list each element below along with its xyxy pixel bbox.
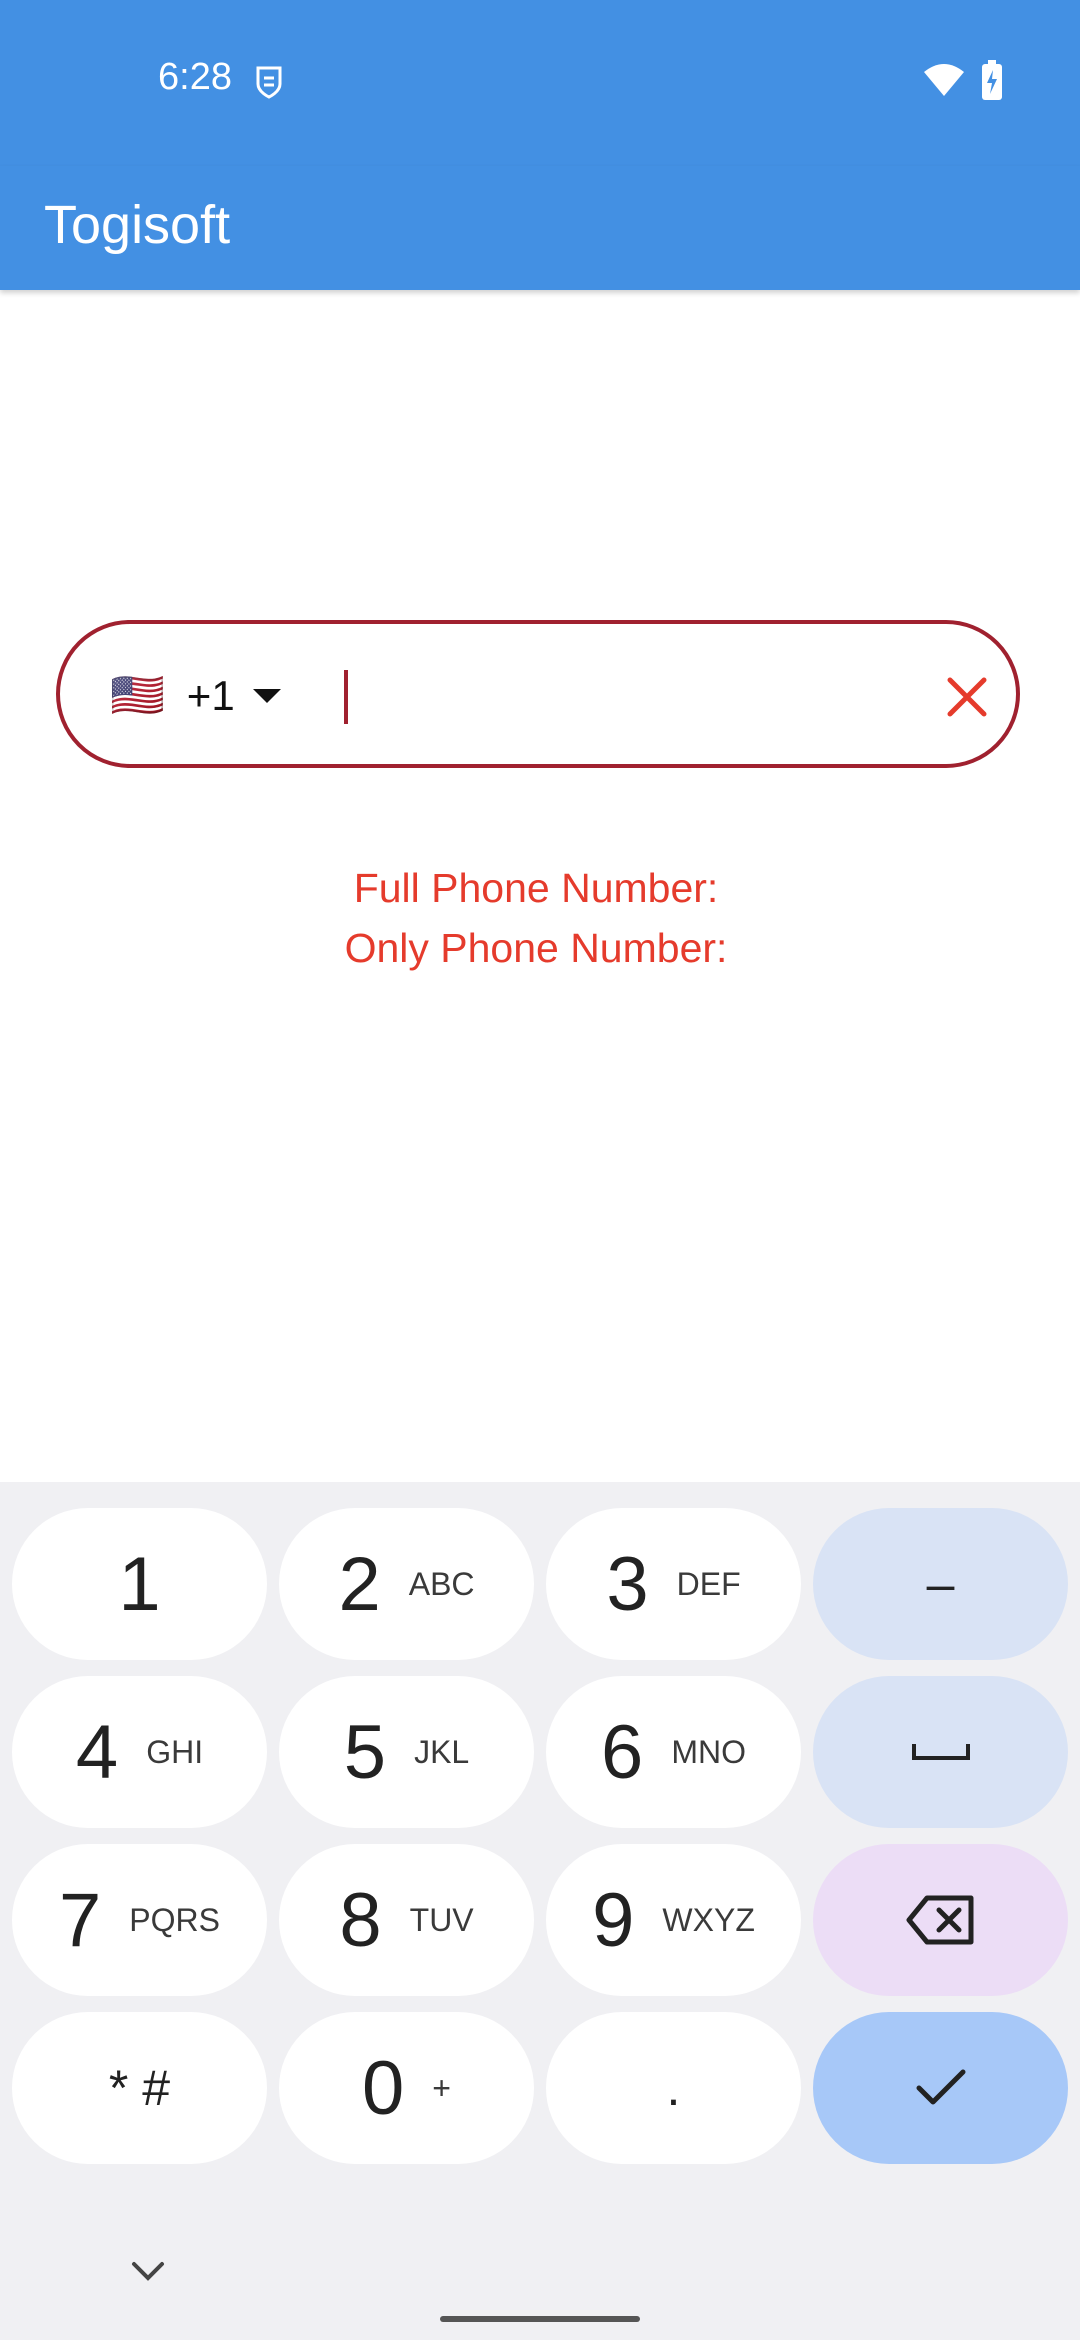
wifi-icon [924, 64, 964, 96]
space-bar-icon [911, 1744, 970, 1760]
close-icon [947, 677, 987, 717]
backspace-icon [906, 1895, 973, 1945]
country-code-picker[interactable]: 🇺🇸 +1 [110, 660, 281, 732]
dial-code: +1 [186, 672, 235, 719]
us-flag-icon: 🇺🇸 [110, 671, 165, 720]
shield-icon [256, 66, 282, 99]
key-letters: TUV [409, 1901, 474, 1938]
key-5[interactable]: 5 JKL [279, 1676, 534, 1828]
key-digit: 2 [338, 1541, 381, 1627]
battery-charging-icon [982, 60, 1002, 100]
done-key[interactable] [813, 2012, 1068, 2164]
key-digit: * # [108, 2060, 171, 2116]
key-7[interactable]: 7 PQRS [12, 1844, 267, 1996]
key-digit: 0 [362, 2045, 405, 2131]
key-digit: 4 [75, 1709, 119, 1795]
text-cursor [344, 670, 348, 724]
key-digit: . [666, 2060, 681, 2116]
key-digit: 8 [339, 1877, 382, 1963]
space-key[interactable] [813, 1676, 1068, 1828]
app-bar: Togisoft [0, 166, 1080, 290]
key-2[interactable]: 2 ABC [279, 1508, 534, 1660]
key-digit: 7 [59, 1877, 102, 1963]
status-time: 6:28 [158, 56, 232, 98]
minus-label: – [926, 1556, 955, 1612]
key-letters: WXYZ [662, 1901, 755, 1938]
phone-number-field[interactable]: 🇺🇸 +1 [56, 620, 1020, 768]
key-letters: JKL [414, 1733, 470, 1770]
numeric-keyboard: 1 2 ABC 3 DEF – 4 GHI 5 JKL 6 MNO 7 PQRS… [0, 1482, 1080, 2340]
key-9[interactable]: 9 WXYZ [546, 1844, 801, 1996]
key-letters: PQRS [129, 1901, 220, 1938]
key-letters: DEF [676, 1565, 741, 1602]
key-digit: 3 [606, 1541, 649, 1627]
caret-down-icon [252, 689, 281, 703]
status-bar: 6:28 [0, 0, 1080, 166]
check-icon [916, 2069, 965, 2105]
key-0[interactable]: 0 + [279, 2012, 534, 2164]
key-period[interactable]: . [546, 2012, 801, 2164]
clear-button[interactable] [934, 664, 1000, 730]
only-phone-number-label: Only Phone Number: [344, 925, 728, 971]
app-title: Togisoft [44, 195, 231, 255]
key-3[interactable]: 3 DEF [546, 1508, 801, 1660]
full-phone-number-label: Full Phone Number: [353, 865, 719, 911]
key-8[interactable]: 8 TUV [279, 1844, 534, 1996]
key-digit: 5 [343, 1709, 387, 1795]
minus-key[interactable]: – [813, 1508, 1068, 1660]
key-digit: 1 [118, 1541, 161, 1627]
key-digit: 6 [601, 1709, 644, 1795]
home-indicator[interactable] [440, 2316, 640, 2322]
backspace-key[interactable] [813, 1844, 1068, 1996]
key-digit: 9 [592, 1877, 635, 1963]
chevron-down-icon[interactable] [128, 2256, 168, 2284]
key-letters: GHI [146, 1733, 204, 1770]
key-letters: ABC [408, 1565, 475, 1602]
key-letters: MNO [671, 1733, 746, 1770]
key-4[interactable]: 4 GHI [12, 1676, 267, 1828]
phone-number-input[interactable] [352, 658, 916, 740]
key-1[interactable]: 1 [12, 1508, 267, 1660]
key-star-hash[interactable]: * # [12, 2012, 267, 2164]
key-6[interactable]: 6 MNO [546, 1676, 801, 1828]
key-letters: + [432, 2069, 451, 2106]
